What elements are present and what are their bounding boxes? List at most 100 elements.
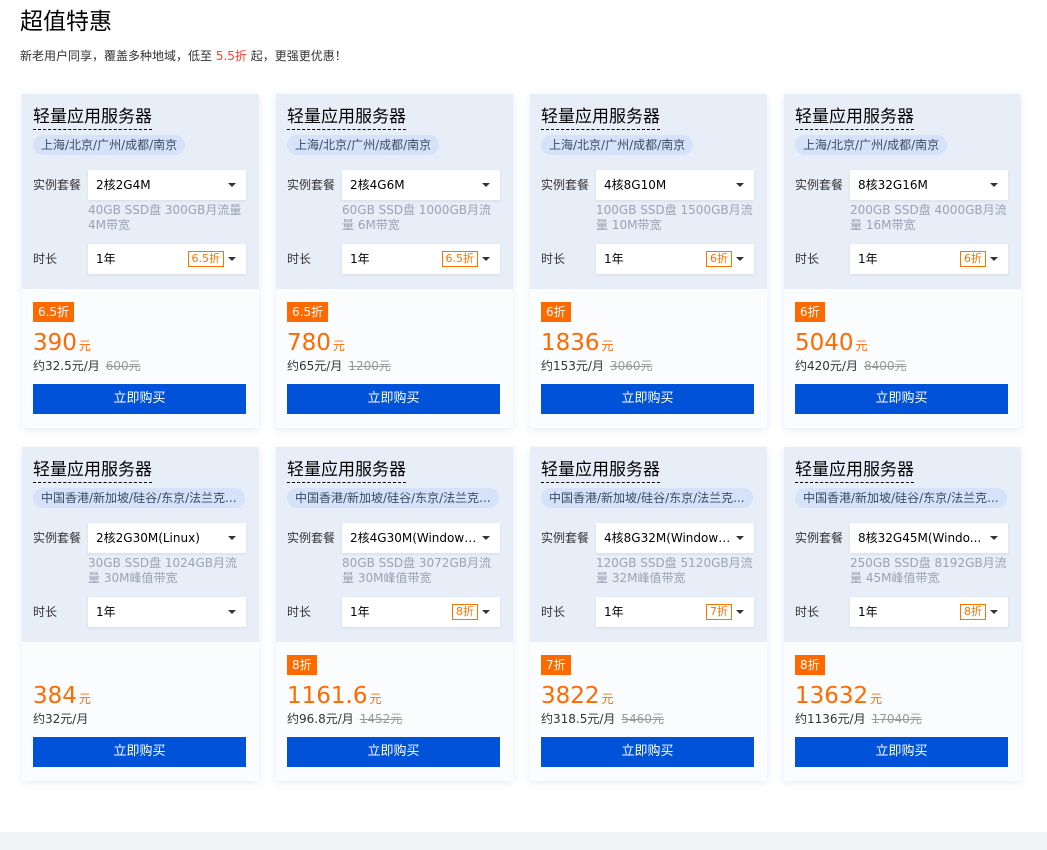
card-config-area: 轻量应用服务器 上海/北京/广州/成都/南京 实例套餐 2核2G4M 40GB … [22,94,259,289]
monthly-price: 约420元/月 8400元 [795,357,907,375]
spec-select[interactable]: 2核2G30M(Linux) [88,523,246,553]
product-title[interactable]: 轻量应用服务器 [541,458,660,483]
chevron-down-icon [990,257,998,261]
card-config-area: 轻量应用服务器 中国香港/新加坡/硅谷/东京/法兰克... 实例套餐 2核4G3… [276,447,513,642]
buy-now-button[interactable]: 立即购买 [287,737,500,767]
monthly-price: 约318.5元/月 5460元 [541,710,664,728]
discount-badge: 6折 [795,302,825,322]
spec-value: 8核32G45M(Windo... [858,531,982,545]
price-unit: 元 [78,339,91,353]
price-unit: 元 [369,692,382,706]
buy-now-button[interactable]: 立即购买 [541,737,754,767]
original-price: 1452元 [359,712,403,726]
spec-value: 4核8G32M(Windows... [604,531,732,545]
subtitle-text: 新老用户同享，覆盖多种地域，低至 [20,49,216,63]
duration-value: 1年 [350,605,370,619]
duration-label: 时长 [33,605,58,619]
duration-select[interactable]: 1年 6折 [850,244,1008,274]
price-value: 384 [33,683,77,709]
price-value: 3822 [541,683,600,709]
duration-label: 时长 [541,605,566,619]
duration-select[interactable]: 1年 [88,597,246,627]
duration-select[interactable]: 1年 7折 [596,597,754,627]
spec-label: 实例套餐 [795,531,844,545]
spec-description: 30GB SSD盘 1024GB月流量 30M峰值带宽 [88,556,237,585]
spec-select[interactable]: 8核32G45M(Windo... [850,523,1008,553]
region-tag: 上海/北京/广州/成都/南京 [287,135,440,155]
buy-now-button[interactable]: 立即购买 [795,384,1008,414]
buy-now-button[interactable]: 立即购买 [287,384,500,414]
buy-now-button[interactable]: 立即购买 [541,384,754,414]
spec-select[interactable]: 2核2G4M [88,170,246,200]
product-title[interactable]: 轻量应用服务器 [287,105,406,130]
product-title[interactable]: 轻量应用服务器 [33,458,152,483]
region-tag: 中国香港/新加坡/硅谷/东京/法兰克... [33,488,245,508]
price-unit: 元 [601,339,614,353]
duration-select[interactable]: 1年 6.5折 [88,244,246,274]
spec-description: 40GB SSD盘 300GB月流量 4M带宽 [88,203,242,232]
offer-card: 轻量应用服务器 上海/北京/广州/成都/南京 实例套餐 2核2G4M 40GB … [22,94,259,428]
spec-label: 实例套餐 [541,178,590,192]
monthly-price: 约32.5元/月 600元 [33,357,141,375]
monthly-price: 约1136元/月 17040元 [795,710,922,728]
discount-tag: 6.5折 [187,251,224,267]
duration-label: 时长 [33,252,58,266]
product-title[interactable]: 轻量应用服务器 [33,105,152,130]
offer-card: 轻量应用服务器 中国香港/新加坡/硅谷/东京/法兰克... 实例套餐 2核2G3… [22,447,259,781]
spec-select[interactable]: 2核4G30M(Windows... [342,523,500,553]
duration-select[interactable]: 1年 6.5折 [342,244,500,274]
spec-select[interactable]: 4核8G32M(Windows... [596,523,754,553]
spec-label: 实例套餐 [287,178,336,192]
monthly-price: 约65元/月 1200元 [287,357,391,375]
region-tag: 上海/北京/广州/成都/南京 [541,135,694,155]
duration-label: 时长 [541,252,566,266]
discount-tag: 7折 [706,604,732,620]
offer-card: 轻量应用服务器 上海/北京/广州/成都/南京 实例套餐 4核8G10M 100G… [530,94,767,428]
buy-now-button[interactable]: 立即购买 [795,737,1008,767]
product-title[interactable]: 轻量应用服务器 [795,458,914,483]
chevron-down-icon [736,536,744,540]
product-title[interactable]: 轻量应用服务器 [541,105,660,130]
price-value: 1836 [541,330,600,356]
spec-select[interactable]: 2核4G6M [342,170,500,200]
spec-label: 实例套餐 [541,531,590,545]
spec-description: 250GB SSD盘 8192GB月流量 45M峰值带宽 [850,556,1007,585]
duration-label: 时长 [287,605,312,619]
region-tag: 中国香港/新加坡/硅谷/东京/法兰克... [287,488,499,508]
product-title[interactable]: 轻量应用服务器 [795,105,914,130]
offer-grid: 轻量应用服务器 上海/北京/广州/成都/南京 实例套餐 2核2G4M 40GB … [22,94,1022,781]
spec-label: 实例套餐 [33,178,82,192]
original-price: 5460元 [621,712,664,726]
spec-select[interactable]: 8核32G16M [850,170,1008,200]
spec-label: 实例套餐 [33,531,82,545]
duration-select[interactable]: 1年 8折 [342,597,500,627]
product-title[interactable]: 轻量应用服务器 [287,458,406,483]
duration-label: 时长 [795,252,820,266]
price-value: 13632 [795,683,869,709]
spec-label: 实例套餐 [795,178,844,192]
spec-select[interactable]: 4核8G10M [596,170,754,200]
duration-select[interactable]: 1年 6折 [596,244,754,274]
discount-badge: 7折 [541,655,571,675]
discount-badge: 6折 [541,302,571,322]
spec-value: 2核2G30M(Linux) [96,531,200,545]
buy-now-button[interactable]: 立即购买 [33,737,246,767]
monthly-value: 约420元/月 [795,359,858,373]
original-price: 8400元 [863,359,907,373]
discount-tag: 8折 [452,604,478,620]
chevron-down-icon [228,610,236,614]
chevron-down-icon [736,257,744,261]
spec-description: 60GB SSD盘 1000GB月流量 6M带宽 [342,203,491,232]
duration-select[interactable]: 1年 8折 [850,597,1008,627]
spec-value: 2核4G30M(Windows... [350,531,478,545]
monthly-value: 约318.5元/月 [541,712,616,726]
discount-badge: 8折 [287,655,317,675]
chevron-down-icon [990,536,998,540]
buy-now-button[interactable]: 立即购买 [33,384,246,414]
discount-tag: 6折 [960,251,986,267]
discount-badge: 6.5折 [33,302,75,322]
monthly-price: 约153元/月 3060元 [541,357,653,375]
price-value: 1161.6 [287,683,368,709]
price-value: 390 [33,330,77,356]
region-tag: 上海/北京/广州/成都/南京 [795,135,948,155]
